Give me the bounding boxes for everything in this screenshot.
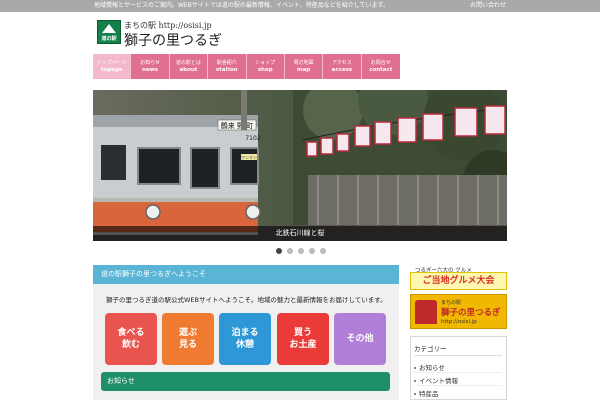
shrine-icon	[415, 300, 437, 324]
category-label: 買う お土産	[289, 327, 316, 351]
nav-item-label: トップページ	[96, 60, 127, 66]
category-stay-button[interactable]: 泊まる 休憩	[219, 313, 271, 365]
category-label-line1: 食べる	[117, 328, 145, 338]
train-number: 7102	[245, 135, 260, 142]
site-title[interactable]: 獅子の里つるぎ	[124, 30, 222, 50]
bullet-icon	[414, 380, 416, 382]
nav-item-label-en: map	[296, 67, 311, 73]
bullet-icon	[414, 367, 416, 369]
nav-item-label: 駅舎紹介	[216, 60, 237, 66]
category-label: 遊ぶ 見る	[179, 327, 197, 351]
sidebar-item[interactable]: 特産品	[414, 388, 439, 398]
divider	[414, 385, 502, 386]
nav-item-station[interactable]: 駅舎紹介 station	[208, 54, 247, 79]
nav-item-label-en: access	[331, 67, 353, 73]
nav-item-label-en: station	[215, 67, 238, 73]
hero-slider[interactable]: 鶴来 野 町 7102 ワンマン	[93, 90, 507, 241]
nav-item-access[interactable]: アクセス access	[323, 54, 362, 79]
category-label: 泊まる 休憩	[231, 327, 258, 351]
news-section-header: お知らせ	[101, 372, 390, 391]
nav-item-about[interactable]: 道の駅とは about	[169, 54, 209, 79]
nav-item-shop[interactable]: ショップ shop	[246, 54, 285, 79]
slider-dot[interactable]	[276, 248, 282, 254]
train-destination-sign: 鶴来 野 町	[221, 121, 253, 130]
sidebar-item[interactable]: お知らせ	[414, 362, 445, 372]
slider-dot[interactable]	[320, 248, 326, 254]
category-label-line1: 泊まる	[231, 328, 259, 338]
main-nav: トップページ topage お知らせ news 道の駅とは about 駅舎紹介…	[93, 54, 400, 79]
category-label-line2: 休憩	[235, 340, 254, 350]
nav-item-label: お知らせ	[140, 60, 161, 66]
sidebar-item-label: 特産品	[419, 390, 439, 398]
sidebar-item-label: お知らせ	[419, 364, 445, 372]
welcome-header: 道の駅獅子の里つるぎへようこそ	[93, 265, 399, 284]
category-label-line1: 買う	[293, 328, 312, 338]
site-logo[interactable]: 道の駅	[97, 20, 121, 44]
banner-subtitle: まちの駅	[441, 300, 462, 306]
category-label-line1: その他	[346, 334, 374, 344]
banner-title: 獅子の里つるぎ	[441, 308, 501, 318]
category-label: 食べる 飲む	[117, 327, 144, 351]
top-bar: 地域情報とサービスのご案内。WEBサイトでは道の駅の最新情報、イベント、特産品な…	[0, 0, 600, 12]
slider-caption: 北鉄石川線と桜	[93, 226, 507, 241]
category-label-line2: お土産	[289, 340, 317, 350]
slider-photo: 鶴来 野 町 7102 ワンマン	[93, 90, 507, 241]
bullet-icon	[414, 393, 416, 395]
nav-item-label: 周辺地図	[293, 60, 314, 66]
top-bar-message: 地域情報とサービスのご案内。WEBサイトでは道の駅の最新情報、イベント、特産品な…	[94, 2, 389, 9]
divider	[414, 355, 502, 356]
nav-item-label: 道の駅とは	[175, 60, 201, 66]
nav-item-topage[interactable]: トップページ topage	[93, 54, 132, 79]
category-label: その他	[346, 333, 373, 345]
category-label-line1: 遊ぶ	[178, 328, 197, 338]
category-eat-button[interactable]: 食べる 飲む	[105, 313, 157, 365]
nav-item-contact[interactable]: お問合せ contact	[361, 54, 400, 79]
nav-item-label: ショップ	[255, 60, 276, 66]
logo-mountain-icon	[102, 24, 116, 33]
slider-dot[interactable]	[298, 248, 304, 254]
sidebar-item[interactable]: イベント情報	[414, 375, 458, 385]
nav-item-label-en: topage	[100, 67, 123, 73]
nav-item-label-en: shop	[257, 67, 273, 73]
nav-item-label-en: about	[179, 67, 198, 73]
nav-item-label-en: contact	[369, 67, 393, 73]
sidebar-box-title: カテゴリー	[414, 345, 447, 353]
category-label-line2: 見る	[178, 340, 197, 350]
nav-item-label: お問合せ	[370, 60, 391, 66]
category-other-button[interactable]: その他	[334, 313, 386, 365]
intro-text: 獅子の里つるぎ道の駅公式WEBサイトへようこそ。地域の魅力と最新情報をお届けして…	[106, 296, 387, 304]
banner-url: http://osisi.jp	[441, 319, 477, 325]
slider-pagination	[276, 248, 326, 254]
oneman-sign: ワンマン	[241, 155, 257, 160]
station-banner[interactable]: まちの駅 獅子の里つるぎ http://osisi.jp	[410, 294, 507, 329]
nav-item-map[interactable]: 周辺地図 map	[284, 54, 324, 79]
category-label-line2: 飲む	[121, 340, 140, 350]
sidebar-item-label: イベント情報	[419, 377, 458, 385]
slider-dot[interactable]	[309, 248, 315, 254]
gourmet-banner[interactable]: ご当地グルメ大会	[410, 272, 507, 290]
slider-dot[interactable]	[287, 248, 293, 254]
category-play-button[interactable]: 遊ぶ 見る	[162, 313, 214, 365]
top-bar-link[interactable]: お問い合わせ	[470, 0, 506, 12]
nav-item-news[interactable]: お知らせ news	[131, 54, 170, 79]
category-buy-button[interactable]: 買う お土産	[277, 313, 329, 365]
divider	[414, 372, 502, 373]
nav-item-label: アクセス	[332, 60, 352, 66]
nav-item-label-en: news	[142, 67, 159, 73]
logo-text: 道の駅	[101, 36, 117, 42]
